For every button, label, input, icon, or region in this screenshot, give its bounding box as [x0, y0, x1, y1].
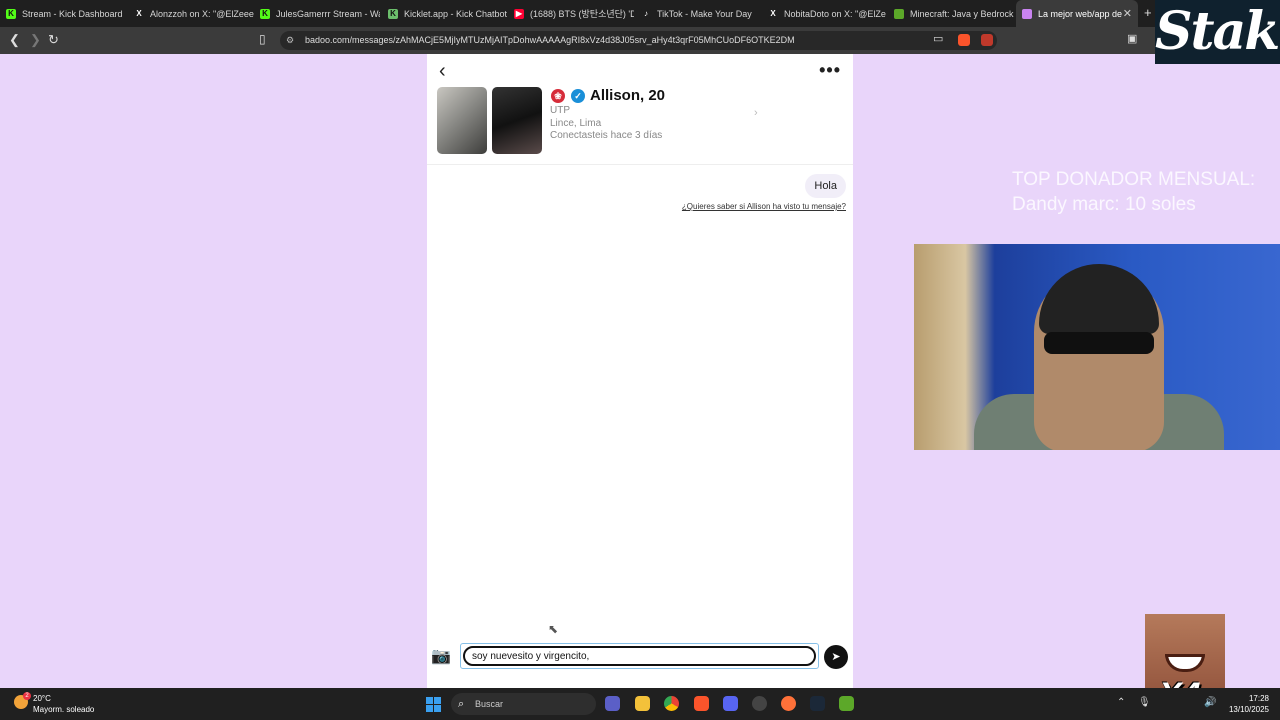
- top-donor-overlay: TOP DONADOR MENSUAL: Dandy marc: 10 sole…: [1012, 167, 1255, 217]
- teams-icon[interactable]: [605, 696, 620, 711]
- tab-title: Alonzzoh on X: "@ElZeeec: [150, 8, 254, 19]
- tab-title: (1688) BTS (방탄소년단) 'D: [530, 9, 634, 19]
- send-icon[interactable]: ➤: [824, 645, 848, 669]
- message-bubble-sent: Hola: [805, 174, 846, 198]
- tab-youtube-bts[interactable]: ▶ (1688) BTS (방탄소년단) 'D: [514, 0, 634, 27]
- mouse-cursor-icon: ⬉: [548, 622, 559, 636]
- donor-title: TOP DONADOR MENSUAL:: [1012, 169, 1256, 190]
- weather-condition: Mayorm. soleado: [33, 705, 95, 714]
- back-arrow-icon[interactable]: ❮: [9, 32, 20, 48]
- profile-connected-since: Conectasteis hace 3 días: [550, 130, 663, 141]
- clock-date: 13/10/2025: [1228, 705, 1269, 714]
- tab-title: JulesGamerrr Stream - Wa: [276, 8, 380, 19]
- camera-icon[interactable]: 📷: [431, 646, 455, 666]
- badoo-icon: [1022, 8, 1032, 19]
- settings-icon[interactable]: [752, 696, 767, 711]
- tab-kick-dashboard[interactable]: K Stream - Kick Dashboard: [6, 0, 131, 27]
- minecraft-icon: [894, 8, 904, 19]
- close-tab-icon[interactable]: ✕: [1123, 7, 1132, 20]
- kicklet-icon: K: [388, 8, 398, 19]
- tab-title: TikTok - Make Your Day: [657, 8, 752, 19]
- profile-location: Lince, Lima: [550, 118, 602, 129]
- chat-panel: ‹ ••• ❀ ✓ Allison, 20 UTP Lince, Lima Co…: [427, 54, 853, 688]
- stake-logo: Stake: [1155, 0, 1280, 64]
- brave-shield-icon[interactable]: [958, 34, 970, 46]
- search-label: Buscar: [475, 699, 504, 709]
- clock-time: 17:28: [1248, 694, 1269, 703]
- tab-alonzzoh-x[interactable]: X Alonzzoh on X: "@ElZeeec: [134, 0, 254, 27]
- brave-icon[interactable]: [694, 696, 709, 711]
- browser-tab-bar: K Stream - Kick Dashboard X Alonzzoh on …: [0, 0, 1280, 27]
- tab-minecraft[interactable]: Minecraft: Java y Bedrock: [894, 0, 1014, 27]
- tab-tiktok[interactable]: ♪ TikTok - Make Your Day: [641, 0, 761, 27]
- steam-icon[interactable]: [810, 696, 825, 711]
- cast-icon[interactable]: ▭: [933, 32, 943, 45]
- webcam-beanie: [1039, 264, 1159, 334]
- tab-julesgamerrr[interactable]: K JulesGamerrr Stream - Wa: [260, 0, 380, 27]
- taskbar: 2 20°C Mayorm. soleado ⌕ Buscar ⌃ 🎙 🔊 17…: [0, 688, 1280, 720]
- more-options-icon[interactable]: •••: [819, 60, 841, 81]
- kick-icon: K: [260, 8, 270, 19]
- minecraft-launcher-icon[interactable]: [839, 696, 854, 711]
- tiktok-icon: ♪: [641, 8, 651, 19]
- firefox-icon[interactable]: [781, 696, 796, 711]
- header-divider: [427, 164, 853, 165]
- youtube-icon: ▶: [514, 8, 524, 19]
- taskbar-clock[interactable]: 17:28 13/10/2025: [1225, 693, 1269, 715]
- tab-badoo-active[interactable]: La mejor web/app de ✕: [1016, 0, 1138, 27]
- microphone-icon[interactable]: 🎙: [1138, 697, 1151, 708]
- discord-icon[interactable]: [723, 696, 738, 711]
- tab-title: Minecraft: Java y Bedrock: [910, 8, 1014, 19]
- weather-badge: 2: [23, 692, 31, 700]
- volume-icon[interactable]: 🔊: [1204, 697, 1216, 708]
- kick-icon: K: [6, 8, 16, 19]
- chrome-icon[interactable]: [664, 696, 679, 711]
- bookmark-icon[interactable]: ▯: [259, 32, 266, 46]
- tab-kicklet[interactable]: K Kicklet.app - Kick Chatbot: [388, 0, 508, 27]
- address-bar[interactable]: ⚙ badoo.com/messages/zAhMACjE5MjIyMTUzMj…: [280, 31, 997, 50]
- meme-mouth: [1165, 654, 1205, 672]
- profile-name[interactable]: Allison, 20: [590, 87, 665, 104]
- webcam-sunglasses: [1044, 332, 1154, 354]
- seen-status-link[interactable]: ¿Quieres saber si Allison ha visto tu me…: [682, 202, 846, 211]
- tab-title: Kicklet.app - Kick Chatbot: [404, 8, 508, 19]
- search-icon: ⌕: [458, 698, 465, 710]
- verified-icon: ✓: [571, 89, 585, 103]
- tab-title: La mejor web/app de: [1038, 8, 1123, 19]
- reload-icon[interactable]: ↻: [48, 32, 59, 48]
- tab-title: Stream - Kick Dashboard: [22, 8, 123, 19]
- x-icon: X: [768, 8, 778, 19]
- back-chevron-icon[interactable]: ‹: [439, 60, 446, 83]
- tab-title: NobitaDoto on X: "@ElZe: [784, 8, 886, 19]
- lips-badge-icon: ❀: [551, 89, 565, 103]
- donor-name: Dandy marc: 10 soles: [1012, 194, 1196, 215]
- new-tab-icon[interactable]: +: [1144, 5, 1152, 20]
- taskbar-search[interactable]: ⌕ Buscar: [451, 693, 596, 715]
- tab-nobitadoto-x[interactable]: X NobitaDoto on X: "@ElZe: [768, 0, 888, 27]
- url-text: badoo.com/messages/zAhMACjE5MjIyMTUzMjAI…: [305, 35, 795, 45]
- chevron-right-icon[interactable]: ›: [754, 107, 758, 119]
- message-input-wrapper: soy nuevesito y virgencito,: [460, 643, 819, 669]
- message-input[interactable]: soy nuevesito y virgencito,: [463, 646, 816, 666]
- webcam-feed: [914, 244, 1280, 450]
- sidebar-toggle-icon[interactable]: ▣: [1127, 32, 1137, 45]
- weather-temperature: 20°C: [33, 694, 51, 703]
- windows-start-icon[interactable]: [426, 697, 441, 712]
- forward-arrow-icon[interactable]: ❯: [30, 32, 41, 48]
- site-info-icon[interactable]: ⚙: [286, 31, 294, 50]
- browser-nav-bar: ❮ ❯ ↻ ▯ ⚙ badoo.com/messages/zAhMACjE5Mj…: [0, 27, 1280, 54]
- profile-school: UTP: [550, 105, 570, 116]
- tray-chevron-icon[interactable]: ⌃: [1117, 697, 1125, 708]
- rewards-icon[interactable]: [981, 34, 993, 46]
- profile-photo-2[interactable]: [492, 87, 542, 154]
- file-explorer-icon[interactable]: [635, 696, 650, 711]
- x-icon: X: [134, 8, 144, 19]
- profile-photo-1[interactable]: [437, 87, 487, 154]
